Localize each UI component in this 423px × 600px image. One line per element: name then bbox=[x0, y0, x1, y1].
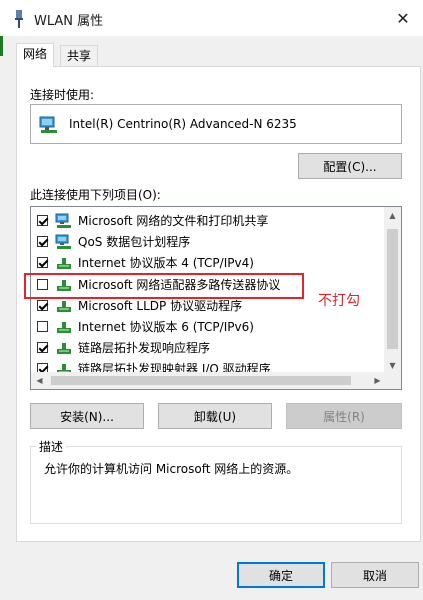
protocol-icon bbox=[57, 342, 71, 354]
vertical-scrollbar[interactable]: ▲ ▼ bbox=[384, 207, 401, 374]
annotation-highlight-box bbox=[24, 273, 304, 299]
vertical-scroll-thumb[interactable] bbox=[387, 229, 398, 349]
item-checkbox[interactable] bbox=[37, 215, 48, 226]
item-label: 链路层拓扑发现响应程序 bbox=[78, 341, 211, 355]
close-button[interactable]: ✕ bbox=[383, 0, 423, 36]
protocol-icon bbox=[57, 257, 71, 269]
network-adapter-icon bbox=[39, 116, 57, 133]
scroll-left-icon[interactable]: ◀ bbox=[31, 372, 48, 389]
tab-sharing-label: 共享 bbox=[67, 49, 92, 63]
item-checkbox[interactable] bbox=[37, 257, 48, 268]
adapter-name: Intel(R) Centrino(R) Advanced-N 6235 bbox=[69, 117, 297, 131]
tab-network-label: 网络 bbox=[23, 47, 48, 61]
list-item[interactable]: 链路层拓扑发现响应程序 bbox=[31, 337, 386, 358]
tab-sharing[interactable]: 共享 bbox=[60, 45, 99, 67]
scroll-corner bbox=[384, 372, 401, 389]
connect-using-label: 连接时使用: bbox=[30, 88, 95, 102]
annotation-text: 不打勾 bbox=[318, 293, 360, 309]
title-bar[interactable]: WLAN 属性 ✕ bbox=[0, 0, 423, 36]
item-label: Microsoft 网络的文件和打印机共享 bbox=[78, 214, 269, 228]
ok-button[interactable]: 确定 bbox=[237, 562, 325, 588]
adapter-box: Intel(R) Centrino(R) Advanced-N 6235 bbox=[30, 104, 402, 144]
item-checkbox[interactable] bbox=[37, 236, 48, 247]
configure-button[interactable]: 配置(C)... bbox=[298, 153, 402, 179]
network-client-icon bbox=[55, 234, 71, 249]
description-legend: 描述 bbox=[36, 438, 67, 455]
description-text: 允许你的计算机访问 Microsoft 网络上的资源。 bbox=[44, 462, 299, 476]
cancel-button[interactable]: 取消 bbox=[331, 562, 419, 588]
close-icon: ✕ bbox=[396, 8, 410, 28]
item-checkbox[interactable] bbox=[37, 300, 48, 311]
tab-network[interactable]: 网络 bbox=[16, 43, 55, 67]
uninstall-button[interactable]: 卸载(U) bbox=[158, 403, 272, 429]
list-item[interactable]: Internet 协议版本 4 (TCP/IPv4) bbox=[31, 252, 386, 273]
list-item[interactable]: QoS 数据包计划程序 bbox=[31, 231, 386, 252]
item-checkbox[interactable] bbox=[37, 342, 48, 353]
items-label: 此连接使用下列项目(O): bbox=[30, 188, 161, 202]
horizontal-scrollbar[interactable]: ◀ ▶ bbox=[31, 372, 386, 389]
network-client-icon bbox=[55, 213, 71, 228]
item-label: QoS 数据包计划程序 bbox=[78, 235, 191, 249]
protocol-icon bbox=[57, 321, 71, 333]
item-checkbox[interactable] bbox=[37, 321, 48, 332]
scroll-up-icon[interactable]: ▲ bbox=[384, 207, 401, 224]
horizontal-scroll-thumb[interactable] bbox=[51, 376, 351, 385]
window-title: WLAN 属性 bbox=[34, 14, 104, 29]
protocol-icon bbox=[57, 300, 71, 312]
wlan-adapter-icon bbox=[15, 10, 23, 28]
item-label: Microsoft LLDP 协议驱动程序 bbox=[78, 299, 243, 313]
install-button[interactable]: 安装(N)... bbox=[30, 403, 144, 429]
properties-button[interactable]: 属性(R) bbox=[286, 403, 402, 429]
list-item[interactable]: Microsoft 网络的文件和打印机共享 bbox=[31, 210, 386, 231]
description-group bbox=[30, 446, 402, 524]
item-label: Internet 协议版本 4 (TCP/IPv4) bbox=[78, 256, 254, 270]
item-label: Internet 协议版本 6 (TCP/IPv6) bbox=[78, 320, 254, 334]
list-item[interactable]: Internet 协议版本 6 (TCP/IPv6) bbox=[31, 316, 386, 337]
